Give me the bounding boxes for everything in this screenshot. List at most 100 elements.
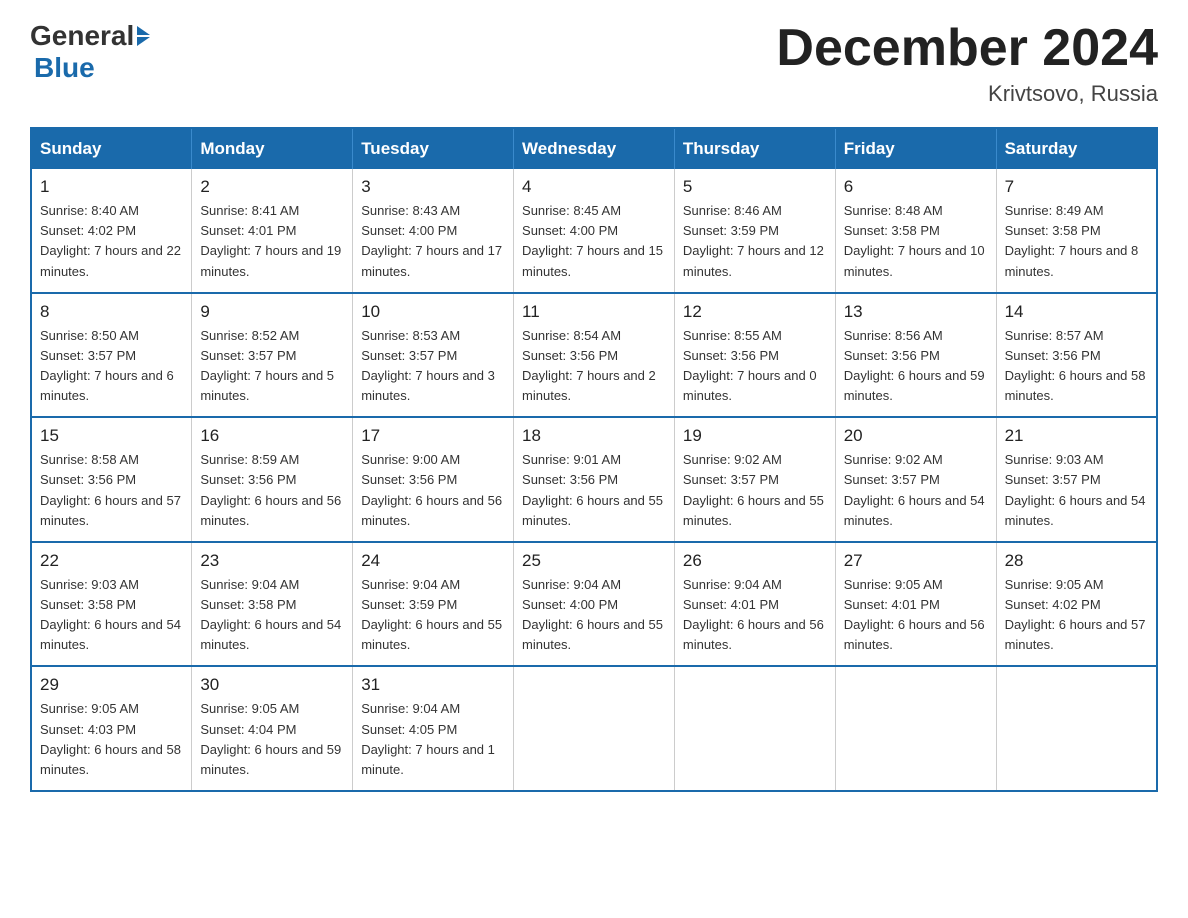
day-number: 7 — [1005, 177, 1148, 197]
calendar-day-cell: 1 Sunrise: 8:40 AMSunset: 4:02 PMDayligh… — [31, 169, 192, 293]
calendar-table: SundayMondayTuesdayWednesdayThursdayFrid… — [30, 127, 1158, 792]
day-info: Sunrise: 9:04 AMSunset: 4:01 PMDaylight:… — [683, 577, 824, 652]
day-info: Sunrise: 8:56 AMSunset: 3:56 PMDaylight:… — [844, 328, 985, 403]
day-number: 15 — [40, 426, 183, 446]
calendar-day-cell: 24 Sunrise: 9:04 AMSunset: 3:59 PMDaylig… — [353, 542, 514, 667]
calendar-day-cell: 8 Sunrise: 8:50 AMSunset: 3:57 PMDayligh… — [31, 293, 192, 418]
logo-arrow-bottom — [137, 37, 150, 46]
day-number: 1 — [40, 177, 183, 197]
calendar-week-row: 15 Sunrise: 8:58 AMSunset: 3:56 PMDaylig… — [31, 417, 1157, 542]
calendar-day-cell: 7 Sunrise: 8:49 AMSunset: 3:58 PMDayligh… — [996, 169, 1157, 293]
logo-general-text: General — [30, 20, 134, 52]
calendar-day-cell: 22 Sunrise: 9:03 AMSunset: 3:58 PMDaylig… — [31, 542, 192, 667]
day-number: 10 — [361, 302, 505, 322]
calendar-day-cell: 17 Sunrise: 9:00 AMSunset: 3:56 PMDaylig… — [353, 417, 514, 542]
day-info: Sunrise: 8:49 AMSunset: 3:58 PMDaylight:… — [1005, 203, 1139, 278]
day-number: 24 — [361, 551, 505, 571]
calendar-day-cell: 14 Sunrise: 8:57 AMSunset: 3:56 PMDaylig… — [996, 293, 1157, 418]
day-number: 29 — [40, 675, 183, 695]
calendar-day-cell: 26 Sunrise: 9:04 AMSunset: 4:01 PMDaylig… — [674, 542, 835, 667]
day-number: 17 — [361, 426, 505, 446]
calendar-day-cell: 28 Sunrise: 9:05 AMSunset: 4:02 PMDaylig… — [996, 542, 1157, 667]
calendar-day-cell: 27 Sunrise: 9:05 AMSunset: 4:01 PMDaylig… — [835, 542, 996, 667]
day-number: 30 — [200, 675, 344, 695]
day-number: 31 — [361, 675, 505, 695]
calendar-day-cell: 5 Sunrise: 8:46 AMSunset: 3:59 PMDayligh… — [674, 169, 835, 293]
day-info: Sunrise: 8:40 AMSunset: 4:02 PMDaylight:… — [40, 203, 181, 278]
day-info: Sunrise: 8:48 AMSunset: 3:58 PMDaylight:… — [844, 203, 985, 278]
calendar-day-cell: 21 Sunrise: 9:03 AMSunset: 3:57 PMDaylig… — [996, 417, 1157, 542]
day-info: Sunrise: 8:50 AMSunset: 3:57 PMDaylight:… — [40, 328, 174, 403]
day-number: 16 — [200, 426, 344, 446]
calendar-day-cell: 16 Sunrise: 8:59 AMSunset: 3:56 PMDaylig… — [192, 417, 353, 542]
day-number: 11 — [522, 302, 666, 322]
calendar-day-cell: 4 Sunrise: 8:45 AMSunset: 4:00 PMDayligh… — [514, 169, 675, 293]
day-number: 22 — [40, 551, 183, 571]
day-number: 25 — [522, 551, 666, 571]
day-info: Sunrise: 8:41 AMSunset: 4:01 PMDaylight:… — [200, 203, 341, 278]
day-of-week-saturday: Saturday — [996, 128, 1157, 169]
day-number: 5 — [683, 177, 827, 197]
calendar-day-cell: 29 Sunrise: 9:05 AMSunset: 4:03 PMDaylig… — [31, 666, 192, 791]
calendar-day-cell: 20 Sunrise: 9:02 AMSunset: 3:57 PMDaylig… — [835, 417, 996, 542]
day-info: Sunrise: 9:01 AMSunset: 3:56 PMDaylight:… — [522, 452, 663, 527]
calendar-empty-cell — [835, 666, 996, 791]
day-info: Sunrise: 9:04 AMSunset: 4:05 PMDaylight:… — [361, 701, 495, 776]
calendar-day-cell: 3 Sunrise: 8:43 AMSunset: 4:00 PMDayligh… — [353, 169, 514, 293]
day-info: Sunrise: 9:04 AMSunset: 3:59 PMDaylight:… — [361, 577, 502, 652]
calendar-day-cell: 12 Sunrise: 8:55 AMSunset: 3:56 PMDaylig… — [674, 293, 835, 418]
day-number: 18 — [522, 426, 666, 446]
logo: General Blue — [30, 20, 150, 84]
calendar-day-cell: 9 Sunrise: 8:52 AMSunset: 3:57 PMDayligh… — [192, 293, 353, 418]
day-number: 3 — [361, 177, 505, 197]
day-number: 26 — [683, 551, 827, 571]
day-of-week-wednesday: Wednesday — [514, 128, 675, 169]
day-info: Sunrise: 8:46 AMSunset: 3:59 PMDaylight:… — [683, 203, 824, 278]
day-number: 4 — [522, 177, 666, 197]
day-number: 21 — [1005, 426, 1148, 446]
calendar-day-cell: 15 Sunrise: 8:58 AMSunset: 3:56 PMDaylig… — [31, 417, 192, 542]
day-info: Sunrise: 9:03 AMSunset: 3:57 PMDaylight:… — [1005, 452, 1146, 527]
day-number: 9 — [200, 302, 344, 322]
calendar-week-row: 1 Sunrise: 8:40 AMSunset: 4:02 PMDayligh… — [31, 169, 1157, 293]
day-info: Sunrise: 9:04 AMSunset: 3:58 PMDaylight:… — [200, 577, 341, 652]
day-of-week-thursday: Thursday — [674, 128, 835, 169]
calendar-day-cell: 25 Sunrise: 9:04 AMSunset: 4:00 PMDaylig… — [514, 542, 675, 667]
day-info: Sunrise: 8:54 AMSunset: 3:56 PMDaylight:… — [522, 328, 656, 403]
day-info: Sunrise: 8:52 AMSunset: 3:57 PMDaylight:… — [200, 328, 334, 403]
day-info: Sunrise: 9:05 AMSunset: 4:03 PMDaylight:… — [40, 701, 181, 776]
calendar-empty-cell — [514, 666, 675, 791]
day-number: 6 — [844, 177, 988, 197]
day-of-week-monday: Monday — [192, 128, 353, 169]
logo-arrow-top — [137, 26, 150, 35]
calendar-day-cell: 23 Sunrise: 9:04 AMSunset: 3:58 PMDaylig… — [192, 542, 353, 667]
day-of-week-sunday: Sunday — [31, 128, 192, 169]
day-info: Sunrise: 8:58 AMSunset: 3:56 PMDaylight:… — [40, 452, 181, 527]
day-info: Sunrise: 9:05 AMSunset: 4:01 PMDaylight:… — [844, 577, 985, 652]
day-number: 14 — [1005, 302, 1148, 322]
calendar-day-cell: 13 Sunrise: 8:56 AMSunset: 3:56 PMDaylig… — [835, 293, 996, 418]
day-number: 20 — [844, 426, 988, 446]
calendar-empty-cell — [674, 666, 835, 791]
calendar-empty-cell — [996, 666, 1157, 791]
day-number: 28 — [1005, 551, 1148, 571]
calendar-day-cell: 18 Sunrise: 9:01 AMSunset: 3:56 PMDaylig… — [514, 417, 675, 542]
calendar-day-cell: 19 Sunrise: 9:02 AMSunset: 3:57 PMDaylig… — [674, 417, 835, 542]
day-info: Sunrise: 8:45 AMSunset: 4:00 PMDaylight:… — [522, 203, 663, 278]
day-info: Sunrise: 8:55 AMSunset: 3:56 PMDaylight:… — [683, 328, 817, 403]
day-info: Sunrise: 9:02 AMSunset: 3:57 PMDaylight:… — [844, 452, 985, 527]
calendar-week-row: 29 Sunrise: 9:05 AMSunset: 4:03 PMDaylig… — [31, 666, 1157, 791]
day-info: Sunrise: 9:02 AMSunset: 3:57 PMDaylight:… — [683, 452, 824, 527]
title-block: December 2024 Krivtsovo, Russia — [776, 20, 1158, 107]
calendar-day-cell: 31 Sunrise: 9:04 AMSunset: 4:05 PMDaylig… — [353, 666, 514, 791]
day-info: Sunrise: 8:59 AMSunset: 3:56 PMDaylight:… — [200, 452, 341, 527]
day-info: Sunrise: 8:57 AMSunset: 3:56 PMDaylight:… — [1005, 328, 1146, 403]
day-info: Sunrise: 9:04 AMSunset: 4:00 PMDaylight:… — [522, 577, 663, 652]
day-number: 19 — [683, 426, 827, 446]
day-info: Sunrise: 9:05 AMSunset: 4:04 PMDaylight:… — [200, 701, 341, 776]
calendar-day-cell: 30 Sunrise: 9:05 AMSunset: 4:04 PMDaylig… — [192, 666, 353, 791]
day-number: 12 — [683, 302, 827, 322]
day-number: 23 — [200, 551, 344, 571]
day-number: 8 — [40, 302, 183, 322]
calendar-week-row: 22 Sunrise: 9:03 AMSunset: 3:58 PMDaylig… — [31, 542, 1157, 667]
